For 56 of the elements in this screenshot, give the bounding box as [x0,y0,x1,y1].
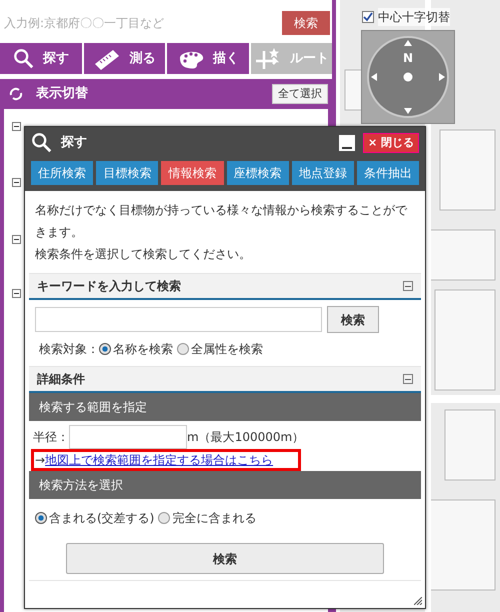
radio-label: 含まれる(交差する) [49,510,154,527]
collapse-icon[interactable] [403,281,413,291]
radio-label: 全属性を検索 [191,341,263,358]
radio-label: 名称を検索 [113,341,173,358]
close-button[interactable]: × 閉じる [362,133,419,153]
arrow-text: → [35,452,46,469]
keyword-search-button[interactable]: 検索 [327,306,379,333]
search-icon [12,48,35,70]
map-range-link[interactable]: 地図上で検索範囲を指定する場合はこちら [45,451,274,469]
tree-toggle-icon[interactable] [12,235,21,244]
search-button[interactable]: 検索 [282,11,330,35]
refresh-icon [8,86,24,102]
compass-dial-icon [366,35,450,119]
checkbox-label: 中心十字切替 [378,8,450,26]
radius-label: 半径： [33,429,69,446]
search-type-tab[interactable]: 住所検索 [31,161,94,185]
tree-toggle-icon[interactable] [12,122,21,131]
search-submit-button[interactable]: 検索 [66,543,384,574]
dialog-title: 探す [61,134,88,152]
keyword-field[interactable] [35,307,322,332]
search-type-tab[interactable]: 地点登録 [292,161,354,185]
tool-tab[interactable]: 測る [84,43,165,74]
radius-unit: m（最大100000m） [187,429,304,446]
collapse-icon[interactable] [403,374,413,384]
search-icon [31,132,53,154]
radius-field[interactable] [69,425,187,449]
checkbox[interactable] [362,11,374,23]
minimize-button[interactable] [338,135,355,151]
radio-button[interactable] [99,343,111,355]
compass-control[interactable]: N [361,30,455,124]
resize-grip-icon[interactable] [414,597,422,605]
tool-tab[interactable]: 探す [0,43,82,74]
subsection-bar: 検索する範囲を指定 [29,393,421,421]
search-type-tab[interactable]: 目標検索 [96,161,158,185]
radio-button[interactable] [177,343,189,355]
address-search-field[interactable]: 入力例:京都府〇〇一丁目など [0,9,282,37]
route-icon [254,46,282,70]
section-title: キーワードを入力して検索 [37,278,182,295]
ruler-icon [93,48,122,70]
tool-tab[interactable]: 描く [167,43,248,74]
description-text: 名称だけでなく目標物が持っている様々な情報から検索することができます。 [35,202,408,241]
panel-title: 表示切替 [36,85,89,104]
tree-toggle-icon[interactable] [12,289,21,298]
section-title: 詳細条件 [37,371,86,388]
search-type-tab[interactable]: 情報検索 [161,161,224,185]
target-label: 検索対象： [39,341,99,358]
radio-label: 完全に含まれる [172,510,256,527]
tree-toggle-icon[interactable] [12,178,21,187]
compass-north-label: N [402,50,414,67]
description-text: 検索条件を選択して検索してください。 [35,246,252,263]
radio-button[interactable] [158,512,170,524]
select-all-button[interactable]: 全て選択 [272,84,328,104]
subsection-bar: 検索方法を選択 [29,471,421,499]
radio-button[interactable] [35,512,47,524]
search-type-tab[interactable]: 条件抽出 [356,161,420,185]
search-type-tab[interactable]: 座標検索 [226,161,289,185]
